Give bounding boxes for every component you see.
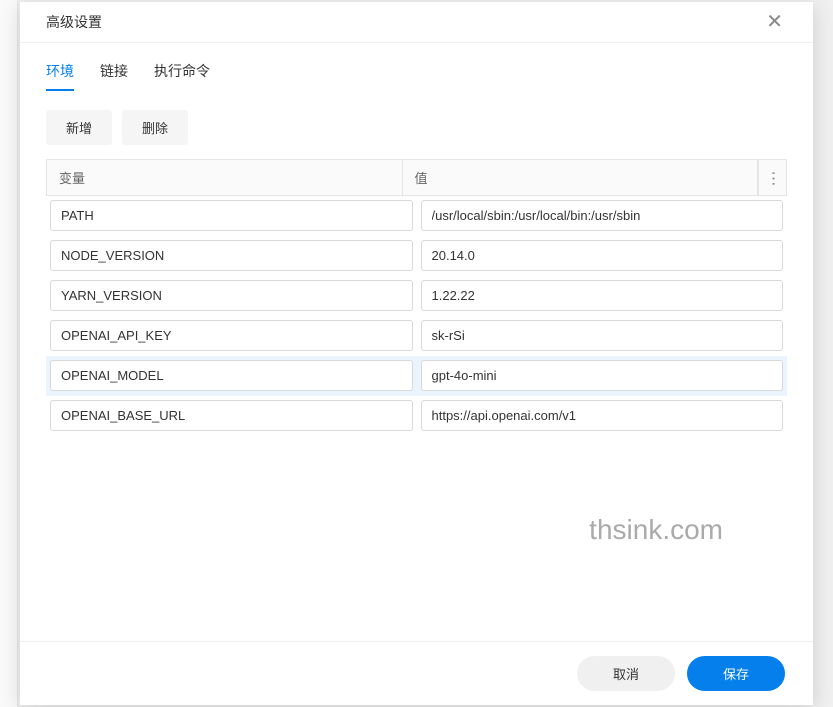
- column-value[interactable]: 值: [403, 160, 759, 195]
- dialog-title: 高级设置: [46, 12, 102, 32]
- value-input[interactable]: [421, 280, 784, 311]
- table-row[interactable]: [46, 316, 787, 356]
- variable-input[interactable]: [50, 280, 413, 311]
- variable-input[interactable]: [50, 320, 413, 351]
- table-row[interactable]: [46, 236, 787, 276]
- grid-body: [46, 196, 787, 436]
- table-row[interactable]: [46, 276, 787, 316]
- backdrop-sidebar: [0, 0, 18, 707]
- watermark: thsink.com: [589, 514, 723, 546]
- dialog-body: 环境 链接 执行命令 新增 删除 变量 值 ⋯: [20, 43, 813, 646]
- table-row[interactable]: [46, 356, 787, 396]
- value-input[interactable]: [421, 200, 784, 231]
- column-variable[interactable]: 变量: [47, 160, 403, 195]
- advanced-settings-dialog: 高级设置 ✕ 环境 链接 执行命令 新增 删除 变量 值 ⋯: [20, 2, 813, 705]
- column-menu-icon[interactable]: ⋯: [758, 160, 786, 195]
- grid-header: 变量 值 ⋯: [46, 159, 787, 196]
- tab-exec-command[interactable]: 执行命令: [154, 61, 210, 91]
- variable-input[interactable]: [50, 200, 413, 231]
- env-vars-grid: 变量 值 ⋯: [20, 159, 813, 436]
- cancel-button[interactable]: 取消: [577, 656, 675, 691]
- close-icon[interactable]: ✕: [762, 12, 787, 32]
- tabs: 环境 链接 执行命令: [20, 43, 813, 92]
- value-input[interactable]: [421, 360, 784, 391]
- table-row[interactable]: [46, 196, 787, 236]
- tab-environment[interactable]: 环境: [46, 61, 74, 91]
- variable-input[interactable]: [50, 240, 413, 271]
- add-button[interactable]: 新增: [46, 110, 112, 145]
- variable-input[interactable]: [50, 400, 413, 431]
- grid-toolbar: 新增 删除: [20, 92, 813, 159]
- save-button[interactable]: 保存: [687, 656, 785, 691]
- dialog-header: 高级设置 ✕: [20, 2, 813, 43]
- variable-input[interactable]: [50, 360, 413, 391]
- dialog-footer: 取消 保存: [20, 641, 813, 705]
- value-input[interactable]: [421, 400, 784, 431]
- value-input[interactable]: [421, 320, 784, 351]
- table-row[interactable]: [46, 396, 787, 436]
- value-input[interactable]: [421, 240, 784, 271]
- tab-links[interactable]: 链接: [100, 61, 128, 91]
- delete-button[interactable]: 删除: [122, 110, 188, 145]
